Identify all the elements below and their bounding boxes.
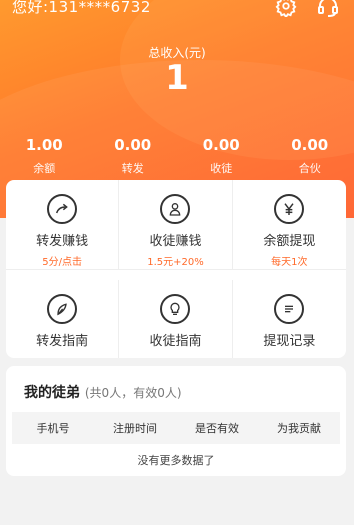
feature-apprentice-earn[interactable]: 收徒赚钱 1.5元+20% (119, 180, 233, 270)
empty-state: 没有更多数据了 (137, 454, 215, 467)
stat-balance[interactable]: 1.00 余额 (0, 136, 89, 176)
feature-withdraw[interactable]: 余额提现 每天1次 (232, 180, 346, 270)
stat-apprentice[interactable]: 0.00 收徒 (177, 136, 266, 176)
column-header: 手机号 (36, 422, 70, 435)
feature-title: 转发指南 (36, 333, 89, 349)
feature-title: 余额提现 (263, 234, 316, 249)
column-header: 为我贡献 (277, 422, 321, 435)
apprentice-count: (共0人，有效0人) (84, 386, 182, 400)
column-header: 是否有效 (195, 422, 239, 435)
apprentice-title: 我的徒弟 (共0人，有效0人) (24, 382, 182, 402)
stat-partner[interactable]: 0.00 合伙 (266, 136, 354, 176)
lightbulb-icon (160, 293, 191, 324)
feature-title: 收徒赚钱 (149, 234, 202, 249)
feature-title: 提现记录 (263, 333, 316, 349)
stat-label: 余额 (33, 162, 56, 175)
stat-forward[interactable]: 0.00 转发 (89, 136, 178, 176)
feather-icon (47, 293, 78, 324)
features-card: 转发赚钱 5分/点击 收徒赚钱 1.5元+20% 余额提现 每天1次 转发指南 … (6, 180, 346, 358)
column-header: 注册时间 (113, 422, 157, 435)
share-icon (47, 194, 78, 224)
feature-title: 收徒指南 (149, 333, 202, 349)
total-income-value: 1 (165, 58, 189, 98)
feature-sub: 每天1次 (271, 257, 308, 268)
stat-label: 合伙 (298, 162, 321, 175)
feature-title: 转发赚钱 (36, 234, 89, 249)
feature-apprentice-guide[interactable]: 收徒指南 (119, 279, 233, 358)
stat-label: 收徒 (210, 162, 233, 175)
feature-forward-earn[interactable]: 转发赚钱 5分/点击 (6, 180, 120, 270)
feature-sub: 5分/点击 (42, 257, 83, 268)
greeting-text: 您好:131****6732 (12, 0, 151, 16)
feature-withdraw-record[interactable]: 提现记录 (233, 280, 346, 359)
customer-service-icon[interactable] (316, 0, 340, 18)
stat-value: 0.00 (291, 136, 329, 154)
stat-value: 0.00 (114, 136, 152, 154)
stat-value: 0.00 (202, 136, 240, 154)
apprentice-table-header: 手机号 注册时间 是否有效 为我贡献 (12, 412, 340, 444)
apprentice-card: 我的徒弟 (共0人，有效0人) 手机号 注册时间 是否有效 为我贡献 没有更多数… (6, 366, 346, 476)
yen-icon (274, 194, 305, 224)
record-icon (274, 293, 305, 324)
apprentice-title-text: 我的徒弟 (24, 385, 80, 401)
feature-sub: 1.5元+20% (147, 257, 204, 268)
gear-icon[interactable] (274, 0, 298, 18)
people-icon (160, 194, 191, 224)
feature-forward-guide[interactable]: 转发指南 (6, 279, 120, 358)
stats-row: 1.00 余额 0.00 转发 0.00 收徒 0.00 合伙 (0, 136, 354, 176)
stat-label: 转发 (121, 162, 144, 175)
stat-value: 1.00 (25, 136, 63, 154)
